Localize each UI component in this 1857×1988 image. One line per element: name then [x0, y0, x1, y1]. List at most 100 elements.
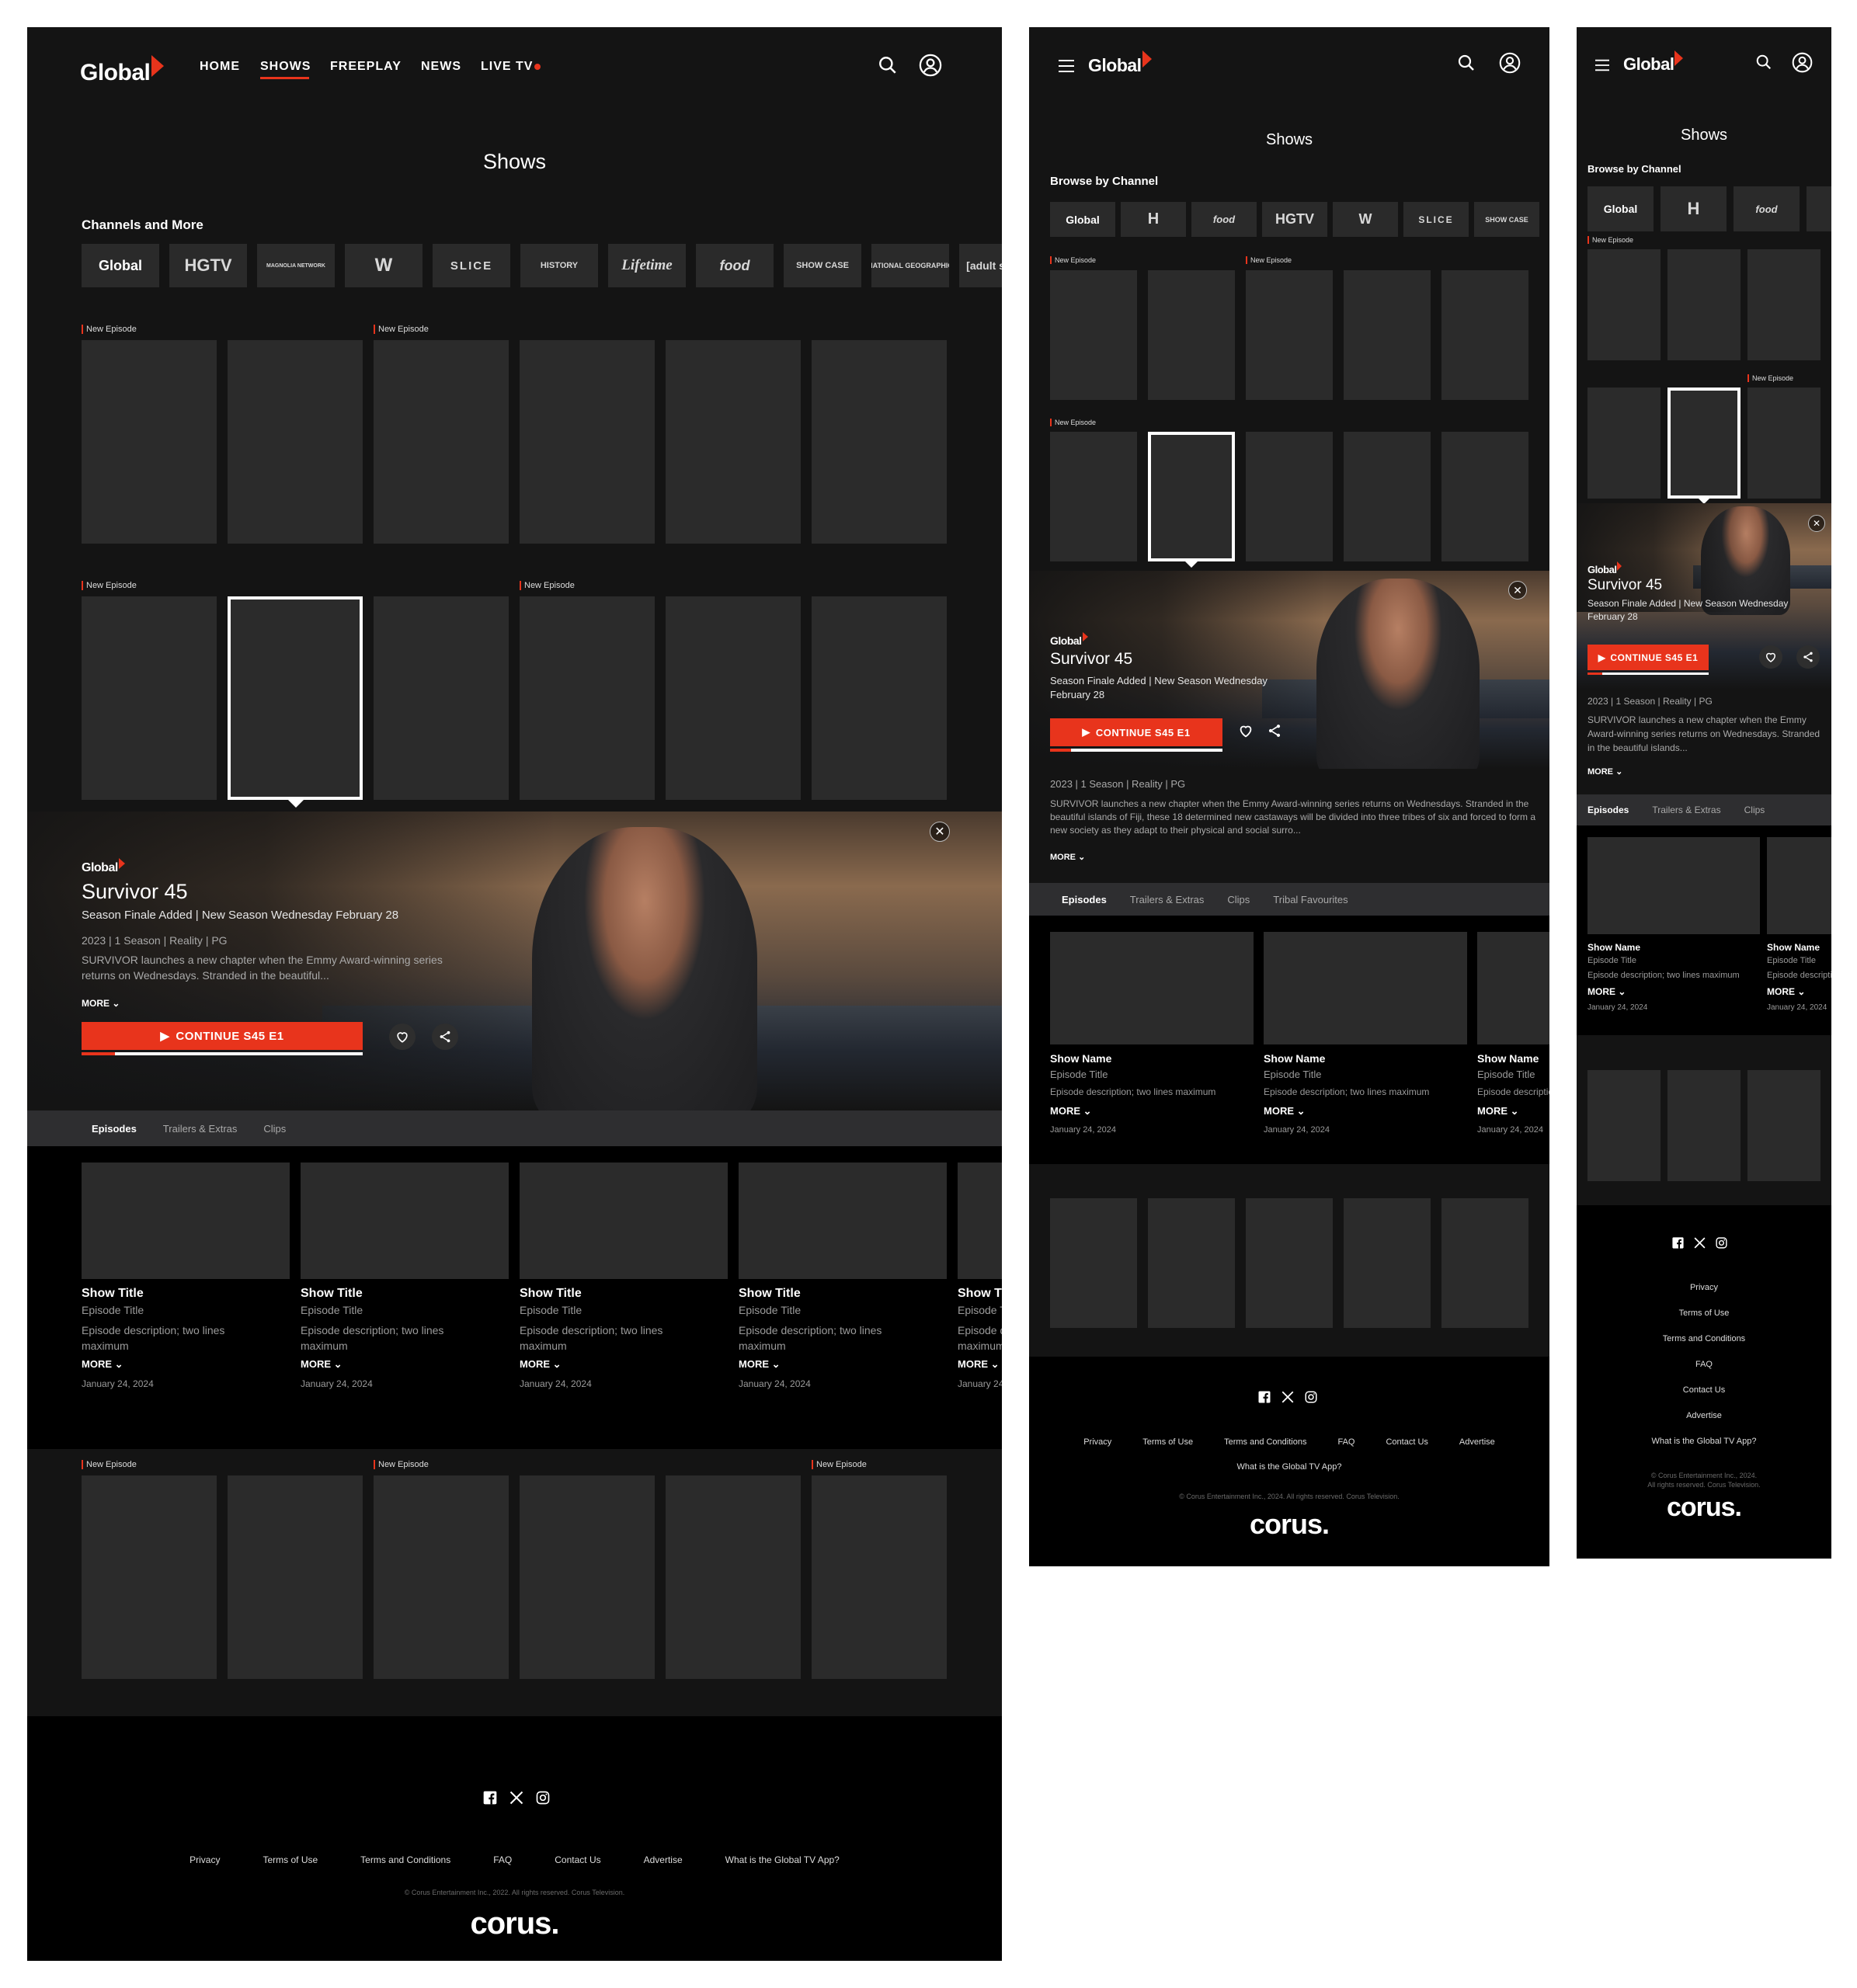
favourite-button[interactable]: [1759, 645, 1782, 669]
channel-magnolia[interactable]: MAGNOLIA NETWORK: [257, 244, 335, 287]
show-poster[interactable]: [228, 1475, 363, 1679]
share-icon[interactable]: [1267, 723, 1282, 739]
x-icon[interactable]: [509, 1790, 524, 1806]
footer-link-faq[interactable]: FAQ: [1695, 1360, 1713, 1369]
nav-live-tv[interactable]: LIVE TV: [481, 60, 533, 74]
close-icon[interactable]: ✕: [930, 822, 950, 842]
footer-link-privacy[interactable]: Privacy: [1083, 1437, 1111, 1447]
share-button[interactable]: [1796, 645, 1820, 669]
episode-card[interactable]: Show Name Episode Title Episode descript…: [1264, 932, 1467, 1135]
nav-shows[interactable]: SHOWS: [260, 60, 311, 74]
show-poster[interactable]: [1246, 432, 1333, 561]
episode-more-link[interactable]: MORE ⌄: [301, 1358, 509, 1371]
show-poster[interactable]: [1050, 270, 1137, 400]
continue-button[interactable]: ▶ CONTINUE S45 E1: [82, 1022, 363, 1050]
channel-slice[interactable]: SLICE: [1403, 202, 1469, 237]
instagram-icon[interactable]: [535, 1790, 551, 1806]
footer-link-terms-of-use[interactable]: Terms of Use: [1679, 1309, 1730, 1318]
show-poster[interactable]: [1246, 1198, 1333, 1328]
episode-card[interactable]: Show Title Episode Title Episode descrip…: [301, 1163, 509, 1389]
channel-lifetime[interactable]: Lifetime: [608, 244, 686, 287]
show-poster[interactable]: [1050, 432, 1137, 561]
show-poster[interactable]: [1587, 249, 1661, 360]
heart-icon[interactable]: [1237, 722, 1254, 739]
continue-button[interactable]: ▶ CONTINUE S45 E1: [1587, 645, 1709, 670]
account-icon[interactable]: [919, 54, 942, 77]
global-logo[interactable]: Global: [1623, 50, 1684, 75]
favourite-button[interactable]: [389, 1024, 416, 1050]
channel-history[interactable]: H: [1661, 186, 1727, 231]
channel-history[interactable]: H: [1807, 186, 1831, 231]
footer-link-faq[interactable]: FAQ: [1337, 1437, 1354, 1447]
nav-freeplay[interactable]: FREEPLAY: [330, 60, 402, 74]
episode-more-link[interactable]: MORE ⌄: [1767, 986, 1831, 997]
show-poster[interactable]: [374, 1475, 509, 1679]
show-poster[interactable]: [374, 596, 509, 800]
tab-clips[interactable]: Clips: [1227, 894, 1250, 905]
show-poster[interactable]: [1050, 1198, 1137, 1328]
footer-link-advertise[interactable]: Advertise: [1686, 1411, 1722, 1420]
search-icon[interactable]: [1755, 54, 1772, 71]
footer-link-app-info[interactable]: What is the Global TV App?: [1237, 1462, 1342, 1472]
global-logo[interactable]: Global: [1088, 50, 1152, 76]
show-poster[interactable]: [1246, 270, 1333, 400]
channel-global[interactable]: Global: [1050, 202, 1115, 237]
channel-w[interactable]: W: [1333, 202, 1398, 237]
channel-adult-swim[interactable]: [adult swim]: [959, 244, 1002, 287]
account-icon[interactable]: [1499, 52, 1521, 74]
episode-more-link[interactable]: MORE ⌄: [520, 1358, 728, 1371]
tab-trailers[interactable]: Trailers & Extras: [1130, 894, 1205, 905]
footer-link-terms-of-use[interactable]: Terms of Use: [263, 1854, 318, 1865]
footer-link-terms-of-use[interactable]: Terms of Use: [1142, 1437, 1193, 1447]
show-poster[interactable]: [1441, 270, 1528, 400]
tab-episodes[interactable]: Episodes: [1587, 805, 1629, 815]
search-icon[interactable]: [878, 55, 898, 75]
account-icon[interactable]: [1792, 52, 1813, 73]
footer-link-advertise[interactable]: Advertise: [644, 1854, 683, 1865]
channel-food[interactable]: food: [1191, 202, 1257, 237]
show-poster[interactable]: [666, 596, 801, 800]
channel-global[interactable]: Global: [1587, 186, 1654, 231]
show-poster[interactable]: [82, 1475, 217, 1679]
show-poster[interactable]: [1441, 432, 1528, 561]
channel-history[interactable]: H: [1121, 202, 1186, 237]
footer-link-advertise[interactable]: Advertise: [1459, 1437, 1495, 1447]
show-poster[interactable]: [1667, 249, 1741, 360]
hero-more-link[interactable]: MORE ⌄: [1050, 852, 1085, 862]
footer-link-terms-and-conditions[interactable]: Terms and Conditions: [1663, 1334, 1745, 1343]
episode-more-link[interactable]: MORE ⌄: [1477, 1105, 1549, 1117]
nav-home[interactable]: HOME: [200, 60, 240, 74]
channel-showcase[interactable]: SHOW CASE: [784, 244, 861, 287]
footer-link-privacy[interactable]: Privacy: [1690, 1283, 1718, 1292]
show-poster[interactable]: [82, 596, 217, 800]
show-poster[interactable]: [374, 340, 509, 544]
show-poster[interactable]: [228, 340, 363, 544]
hero-more-link[interactable]: MORE ⌄: [1587, 766, 1622, 777]
show-poster[interactable]: [1344, 1198, 1431, 1328]
episode-more-link[interactable]: MORE ⌄: [1050, 1105, 1254, 1117]
show-poster[interactable]: [1148, 1198, 1235, 1328]
footer-link-faq[interactable]: FAQ: [493, 1854, 512, 1865]
tab-trailers[interactable]: Trailers & Extras: [163, 1123, 238, 1135]
show-poster[interactable]: [812, 340, 947, 544]
show-poster[interactable]: [1587, 1070, 1661, 1181]
show-poster[interactable]: [82, 340, 217, 544]
show-poster[interactable]: [1747, 249, 1820, 360]
nav-news[interactable]: NEWS: [421, 60, 461, 74]
show-poster[interactable]: [1667, 1070, 1741, 1181]
channel-w[interactable]: W: [345, 244, 423, 287]
tab-clips[interactable]: Clips: [1744, 805, 1765, 815]
show-poster[interactable]: [1747, 388, 1820, 499]
share-button[interactable]: [432, 1024, 458, 1050]
show-poster-selected[interactable]: [1667, 388, 1741, 499]
footer-link-privacy[interactable]: Privacy: [190, 1854, 220, 1865]
episode-card[interactable]: Show Title Episode Title Episode descrip…: [958, 1163, 1002, 1389]
footer-link-app-info[interactable]: What is the Global TV App?: [1652, 1437, 1757, 1446]
show-poster[interactable]: [1344, 270, 1431, 400]
instagram-icon[interactable]: [1304, 1390, 1318, 1404]
footer-link-contact[interactable]: Contact Us: [1683, 1385, 1725, 1395]
tab-trailers[interactable]: Trailers & Extras: [1652, 805, 1720, 815]
footer-link-contact[interactable]: Contact Us: [555, 1854, 600, 1865]
channel-hgtv[interactable]: HGTV: [1262, 202, 1327, 237]
close-icon[interactable]: ✕: [1508, 581, 1527, 600]
